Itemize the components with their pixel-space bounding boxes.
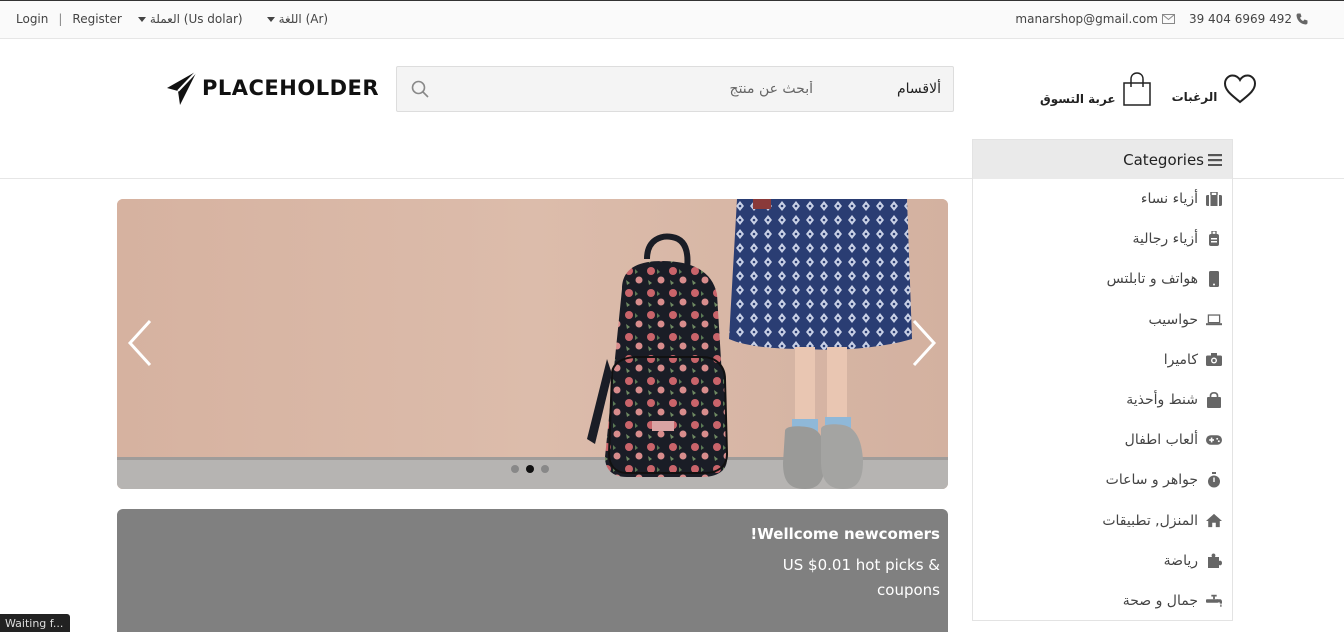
email-contact[interactable]: manarshop@gmail.com [1015, 12, 1175, 26]
categories-header[interactable]: Categories [973, 140, 1232, 179]
contact-info: manarshop@gmail.com 294 9696 404 93 [1015, 12, 1308, 26]
logo-text: PLACEHOLDER [202, 76, 380, 100]
category-label: المنزل, تطبيقات [1102, 512, 1198, 529]
slide-image [117, 199, 948, 489]
shopping-bag-icon [1206, 392, 1222, 409]
suitcase-icon [1206, 191, 1222, 207]
category-item[interactable]: رياضة [973, 541, 1232, 581]
wishlist-label: الرغبات [1171, 90, 1218, 104]
camera-icon [1206, 352, 1222, 368]
home-icon [1206, 513, 1222, 529]
category-label: شنط وأحذية [1126, 392, 1198, 409]
login-link[interactable]: Login [16, 12, 48, 26]
email-text: manarshop@gmail.com [1015, 12, 1158, 26]
top-bar-left: Login | Register العملة (Us dolar) اللغة… [16, 12, 328, 26]
top-bar: Login | Register العملة (Us dolar) اللغة… [0, 0, 1344, 39]
envelope-icon [1161, 14, 1175, 24]
search-icon[interactable] [411, 80, 429, 98]
search-categories-dropdown[interactable]: ألاقسام [897, 81, 941, 97]
slider-prev-arrow[interactable] [127, 319, 153, 367]
phone-text: 294 9696 404 93 [1188, 12, 1292, 26]
category-item[interactable]: المنزل, تطبيقات [973, 501, 1232, 541]
promo-text: US $0.01 hot picks & coupons [782, 556, 940, 599]
category-item[interactable]: جمال و صحة [973, 581, 1232, 621]
category-item[interactable]: أزياء نساء [973, 179, 1232, 219]
category-item[interactable]: جواهر و ساعات [973, 460, 1232, 500]
slider-dot[interactable] [541, 465, 549, 473]
search-bar: ألاقسام [396, 66, 954, 112]
category-item[interactable]: كاميرا [973, 340, 1232, 380]
categories-list: أزياء نساء أزياء رجالية هواتف و تابلتس ح… [973, 179, 1232, 621]
laptop-icon [1206, 312, 1222, 328]
heart-icon [1224, 74, 1257, 104]
slider-dot[interactable] [511, 465, 519, 473]
logo-arrow-icon [167, 70, 198, 105]
register-link[interactable]: Register [72, 12, 121, 26]
categories-title: Categories [1123, 150, 1204, 169]
category-item[interactable]: أزياء رجالية [973, 219, 1232, 259]
promo-panel: Wellcome newcomers! US $0.01 hot picks &… [117, 509, 948, 632]
header-actions: عربة التسوق الرغبات [1040, 72, 1257, 106]
category-label: ألعاب اطفال [1124, 432, 1198, 449]
phone-contact[interactable]: 294 9696 404 93 [1189, 12, 1308, 26]
slider-dot-active[interactable] [526, 465, 534, 473]
promo-title: Wellcome newcomers! [750, 525, 940, 543]
category-item[interactable]: هواتف و تابلتس [973, 259, 1232, 299]
category-item[interactable]: حواسيب [973, 300, 1232, 340]
category-label: رياضة [1163, 552, 1198, 569]
browser-status-bar: Waiting f... [0, 614, 70, 632]
puzzle-icon [1206, 553, 1222, 569]
category-label: هواتف و تابلتس [1106, 271, 1198, 288]
separator: | [58, 12, 63, 26]
category-label: كاميرا [1163, 351, 1198, 368]
category-label: أزياء نساء [1140, 191, 1198, 208]
menu-bars-icon [1208, 153, 1222, 166]
language-dropdown[interactable]: اللغة (Ar) [266, 12, 329, 26]
site-logo[interactable]: PLACEHOLDER [166, 70, 379, 106]
categories-menu: Categories أزياء نساء أزياء رجالية هواتف… [972, 139, 1233, 621]
wishlist-button[interactable]: الرغبات [1172, 74, 1258, 104]
category-label: حواسيب [1148, 311, 1198, 328]
caret-down-icon [137, 17, 146, 22]
stopwatch-icon [1206, 472, 1222, 488]
currency-label: العملة (Us dolar) [149, 12, 243, 26]
gamepad-icon [1206, 432, 1222, 448]
category-label: جواهر و ساعات [1105, 472, 1198, 489]
category-label: جمال و صحة [1122, 592, 1198, 609]
slider-next-arrow[interactable] [911, 319, 937, 367]
faucet-icon [1206, 593, 1222, 609]
phone-icon [1296, 13, 1308, 25]
search-input[interactable] [437, 75, 817, 103]
slider-dots [511, 465, 549, 473]
language-label: اللغة (Ar) [278, 12, 329, 26]
hero-slider[interactable] [117, 199, 948, 489]
category-item[interactable]: شنط وأحذية [973, 380, 1232, 420]
cart-button[interactable]: عربة التسوق [1040, 72, 1152, 106]
mobile-phone-icon [1206, 271, 1222, 288]
cart-label: عربة التسوق [1040, 92, 1116, 106]
shopping-bag-outline-icon [1122, 72, 1151, 106]
category-item[interactable]: ألعاب اطفال [973, 420, 1232, 460]
luggage-icon [1206, 231, 1222, 247]
caret-down-icon [266, 17, 275, 22]
currency-dropdown[interactable]: العملة (Us dolar) [137, 12, 243, 26]
category-label: أزياء رجالية [1132, 231, 1198, 248]
